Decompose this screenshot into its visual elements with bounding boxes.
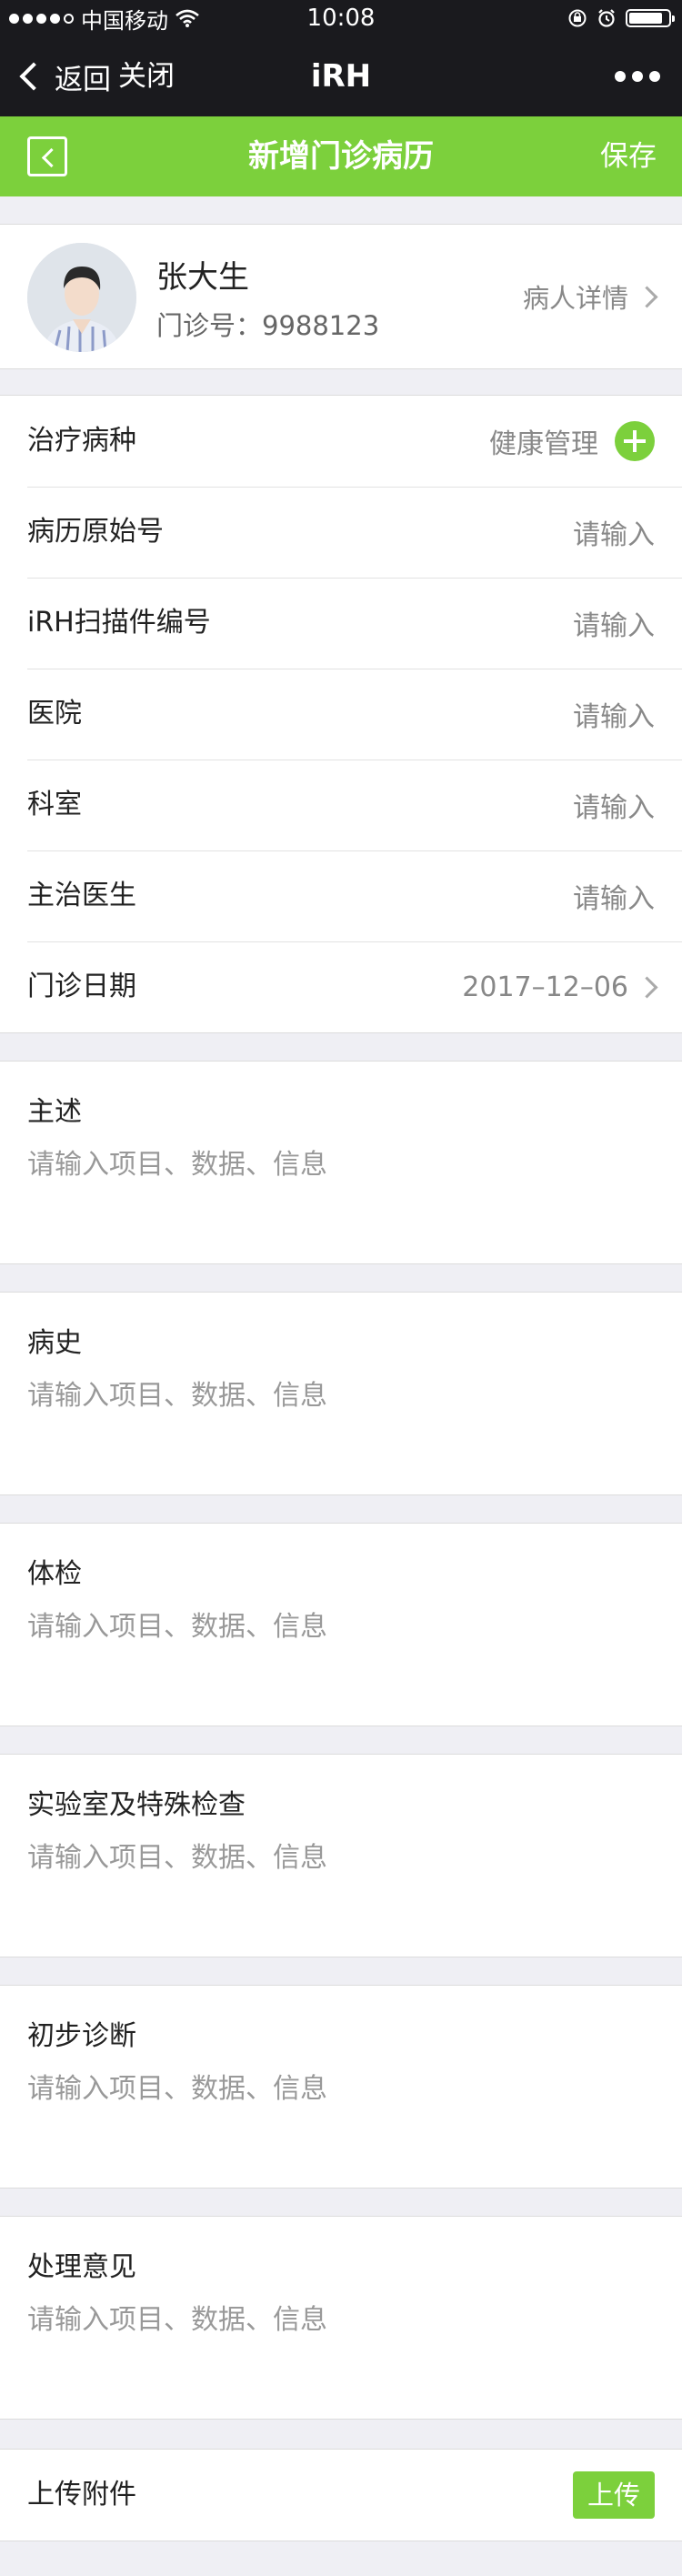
physical-exam-input[interactable]: 请输入项目、数据、信息 bbox=[27, 1604, 327, 1644]
field-hospital[interactable]: 医院 请输入 bbox=[0, 669, 682, 760]
field-attending-doctor[interactable]: 主治医生 请输入 bbox=[0, 850, 682, 941]
original-record-no-input[interactable]: 请输入 bbox=[573, 487, 655, 578]
preliminary-diagnosis-input[interactable]: 请输入项目、数据、信息 bbox=[27, 2066, 327, 2106]
section-title: 病史 bbox=[27, 1327, 82, 1359]
section-preliminary-diagnosis[interactable]: 初步诊断 请输入项目、数据、信息 bbox=[0, 1985, 682, 2189]
section-history[interactable]: 病史 请输入项目、数据、信息 bbox=[0, 1292, 682, 1495]
plus-circle-icon[interactable] bbox=[615, 421, 655, 461]
more-dots-icon[interactable] bbox=[615, 36, 660, 116]
field-disease-type[interactable]: 治疗病种 健康管理 bbox=[0, 396, 682, 487]
section-lab-tests[interactable]: 实验室及特殊检查 请输入项目、数据、信息 bbox=[0, 1754, 682, 1957]
chevron-left-icon bbox=[19, 62, 48, 91]
clinic-number: 门诊号：9988123 bbox=[156, 310, 380, 341]
field-label: 主治医生 bbox=[27, 880, 136, 911]
section-title: 初步诊断 bbox=[27, 2020, 136, 2052]
chevron-right-icon bbox=[636, 285, 658, 308]
orientation-lock-icon bbox=[568, 9, 587, 27]
section-title: 处理意见 bbox=[27, 2251, 136, 2283]
section-title: 主述 bbox=[27, 1096, 82, 1128]
patient-detail-link[interactable]: 病人详情 bbox=[522, 225, 658, 368]
back-button[interactable]: 返回 bbox=[18, 36, 111, 116]
section-title: 实验室及特殊检查 bbox=[27, 1789, 246, 1821]
status-bar: 中国移动 10:08 bbox=[0, 0, 682, 36]
field-label: iRH扫描件编号 bbox=[27, 607, 211, 639]
close-button[interactable]: 关闭 bbox=[118, 36, 175, 116]
field-label: 病历原始号 bbox=[27, 516, 164, 548]
header-back-button[interactable] bbox=[27, 136, 67, 176]
field-original-record-no[interactable]: 病历原始号 请输入 bbox=[0, 487, 682, 578]
section-chief-complaint[interactable]: 主述 请输入项目、数据、信息 bbox=[0, 1061, 682, 1264]
page-title: 新增门诊病历 bbox=[248, 138, 434, 175]
section-physical-exam[interactable]: 体检 请输入项目、数据、信息 bbox=[0, 1523, 682, 1726]
attending-doctor-input[interactable]: 请输入 bbox=[573, 850, 655, 941]
section-title: 体检 bbox=[27, 1558, 82, 1590]
hospital-input[interactable]: 请输入 bbox=[573, 669, 655, 760]
lab-tests-input[interactable]: 请输入项目、数据、信息 bbox=[27, 1835, 327, 1875]
field-scan-no[interactable]: iRH扫描件编号 请输入 bbox=[0, 578, 682, 669]
field-value: 健康管理 bbox=[489, 396, 655, 487]
page-header: 新增门诊病历 保存 bbox=[0, 116, 682, 196]
patient-detail-label: 病人详情 bbox=[522, 283, 628, 314]
field-label: 科室 bbox=[27, 789, 82, 820]
patient-card[interactable]: 张大生 门诊号：9988123 病人详情 bbox=[0, 224, 682, 369]
upload-button[interactable]: 上传 bbox=[573, 2471, 655, 2519]
back-label: 返回 bbox=[55, 63, 111, 96]
history-input[interactable]: 请输入项目、数据、信息 bbox=[27, 1373, 327, 1413]
status-right bbox=[567, 0, 675, 36]
attachment-label: 上传附件 bbox=[27, 2479, 136, 2511]
attachment-row: 上传附件 上传 bbox=[0, 2449, 682, 2541]
chief-complaint-input[interactable]: 请输入项目、数据、信息 bbox=[27, 1142, 327, 1182]
treatment-opinion-input[interactable]: 请输入项目、数据、信息 bbox=[27, 2297, 327, 2337]
visit-date-value: 2017–12–06 bbox=[462, 971, 628, 1003]
save-button[interactable]: 保存 bbox=[600, 116, 657, 196]
chevron-right-icon bbox=[636, 975, 658, 999]
disease-type-value: 健康管理 bbox=[489, 428, 598, 460]
patient-name: 张大生 bbox=[156, 259, 249, 296]
record-form: 治疗病种 健康管理 病历原始号 请输入 iRH扫描件编号 请输入 医院 请输入 … bbox=[0, 395, 682, 1033]
app-title: iRH bbox=[310, 58, 372, 95]
chevron-left-icon bbox=[41, 147, 62, 168]
department-input[interactable]: 请输入 bbox=[573, 760, 655, 850]
scan-no-input[interactable]: 请输入 bbox=[573, 578, 655, 669]
field-label: 医院 bbox=[27, 698, 82, 730]
alarm-icon bbox=[598, 9, 615, 27]
avatar bbox=[27, 243, 136, 352]
battery-icon bbox=[626, 9, 675, 27]
field-visit-date[interactable]: 门诊日期 2017–12–06 bbox=[0, 941, 682, 1032]
field-department[interactable]: 科室 请输入 bbox=[0, 760, 682, 850]
field-label: 治疗病种 bbox=[27, 425, 136, 457]
section-treatment-opinion[interactable]: 处理意见 请输入项目、数据、信息 bbox=[0, 2216, 682, 2420]
field-label: 门诊日期 bbox=[27, 971, 136, 1002]
visit-date-picker[interactable]: 2017–12–06 bbox=[462, 941, 658, 1032]
top-navbar: 返回 关闭 iRH bbox=[0, 36, 682, 116]
